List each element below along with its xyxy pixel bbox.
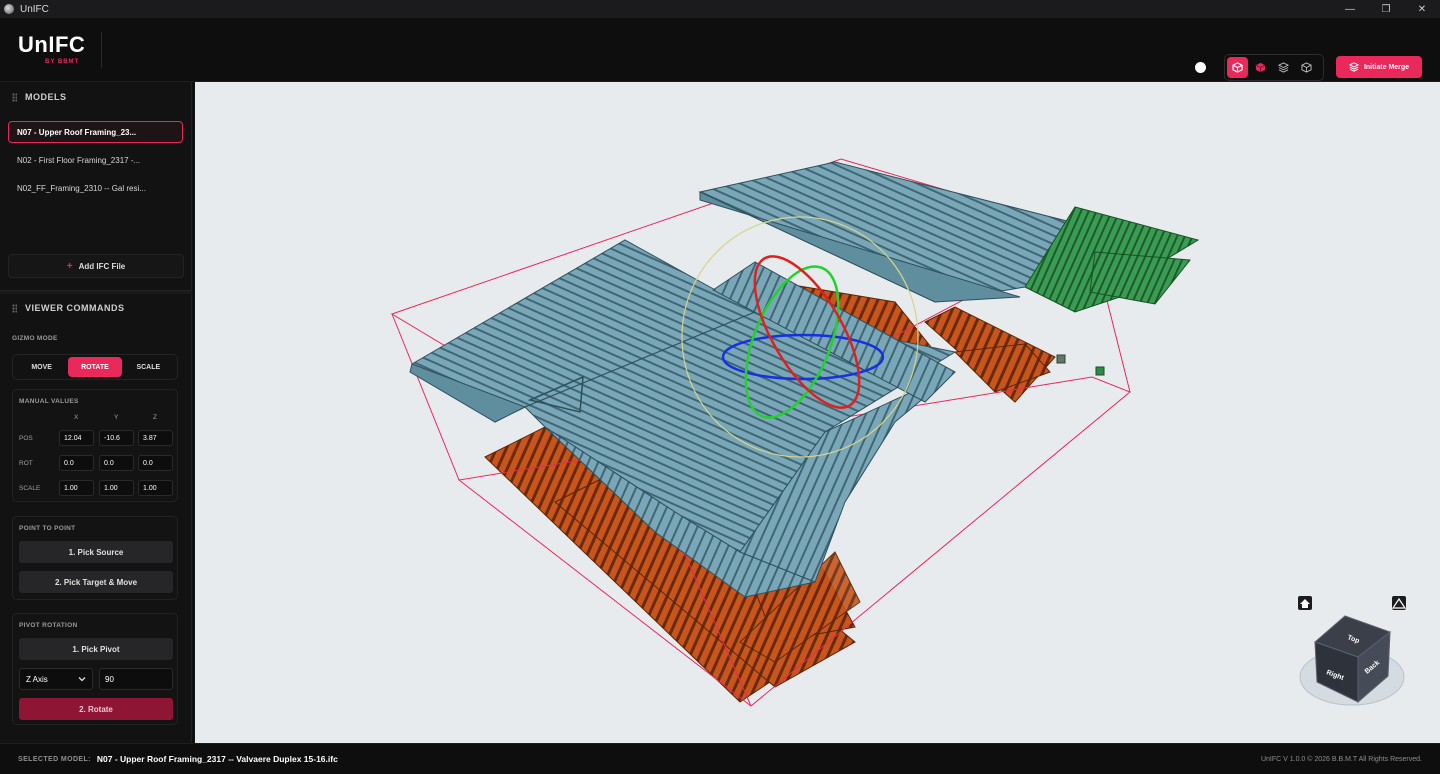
logo-byline: BY BBMT [45,59,80,65]
window-title: UnIFC [20,3,49,15]
window-titlebar: UnIFC — ❐ ✕ [0,0,1440,18]
home-view-icon[interactable] [1298,596,1312,610]
initiate-merge-label: Initiate Merge [1363,63,1410,71]
rot-x-input[interactable]: 0.0 [59,455,94,471]
view-mode-group [1224,54,1324,81]
axis-select[interactable]: Z Axis [19,668,93,690]
view-mode-wire[interactable] [1296,57,1317,78]
scale-label: SCALE [19,485,41,492]
gizmo-rotate-button[interactable]: ROTATE [68,357,122,377]
model-label: N02_FF_Framing_2310 -- Gal resi... [17,183,146,193]
selected-model-label: SELECTED MODEL: [18,755,91,763]
manual-values-panel: MANUAL VALUES X Y Z POS 12.04 -10.6 3.87… [12,389,178,502]
selected-model-name: N07 - Upper Roof Framing_2317 -- Valvaer… [96,754,338,764]
add-ifc-file-label: Add IFC File [78,261,126,271]
plus-icon: + [66,260,73,272]
rotate-button[interactable]: 2. Rotate [19,698,173,720]
model-item[interactable]: N02_FF_Framing_2310 -- Gal resi... [8,177,183,199]
layers-icon [1348,62,1359,72]
pick-target-move-button[interactable]: 2. Pick Target & Move [19,571,173,593]
pos-x-input[interactable]: 12.04 [59,430,94,446]
maximize-button[interactable]: ❐ [1368,0,1404,18]
pos-z-input[interactable]: 3.87 [138,430,173,446]
chevron-down-icon [78,677,86,682]
axis-select-value: Z Axis [26,674,48,684]
add-ifc-file-button[interactable]: + Add IFC File [8,254,184,278]
view-mode-color[interactable] [1250,57,1271,78]
pick-pivot-button[interactable]: 1. Pick Pivot [19,638,173,660]
rot-y-input[interactable]: 0.0 [99,455,134,471]
models-header: MODELS [0,83,191,111]
gizmo-mode-label: GIZMO MODE [12,335,58,342]
wire-cube-icon [1301,62,1312,73]
axis-z-label: Z [153,414,157,421]
model-item[interactable]: N07 - Upper Roof Framing_23... [8,121,183,143]
app-header: UnIFC BY BBMT Initiate Merge [0,18,1440,82]
point-to-point-title: POINT TO POINT [19,525,76,532]
models-title: MODELS [25,92,67,102]
status-bar: SELECTED MODEL: N07 - Upper Roof Framing… [0,743,1440,774]
manual-values-title: MANUAL VALUES [19,398,79,405]
perspective-toggle-icon[interactable] [1391,596,1407,610]
theme-toggle[interactable] [1195,62,1206,73]
pivot-rotation-title: PIVOT ROTATION [19,622,78,629]
red-cube-icon [1255,62,1266,73]
drag-handle-icon[interactable] [12,303,17,313]
pivot-rotation-panel: PIVOT ROTATION 1. Pick Pivot Z Axis 90 2… [12,613,178,725]
pos-label: POS [19,435,33,442]
axis-y-label: Y [114,414,119,421]
app-icon [4,4,14,14]
pick-source-button[interactable]: 1. Pick Source [19,541,173,563]
close-button[interactable]: ✕ [1404,0,1440,18]
model-label: N07 - Upper Roof Framing_23... [17,127,137,137]
gizmo-move-button[interactable]: MOVE [15,357,68,377]
small-element[interactable] [1056,354,1066,364]
scale-z-input[interactable]: 1.00 [138,480,173,496]
minimize-button[interactable]: — [1332,0,1368,18]
view-cube[interactable]: Top Right Back [1299,615,1405,706]
angle-input[interactable]: 90 [99,668,173,690]
layers-icon [1278,62,1289,73]
rot-z-input[interactable]: 0.0 [138,455,173,471]
view-mode-solid[interactable] [1227,57,1248,78]
logo: UnIFC BY BBMT [18,32,85,65]
logo-name: UnIFC [18,32,86,57]
small-element[interactable] [1095,366,1105,376]
view-mode-layers[interactable] [1273,57,1294,78]
model-label: N02 - First Floor Framing_2317 -... [17,155,141,165]
drag-handle-icon[interactable] [12,92,17,102]
pos-y-input[interactable]: -10.6 [99,430,134,446]
viewer-commands: VIEWER COMMANDS GIZMO MODE MOVE ROTATE S… [0,290,192,725]
3d-viewport[interactable]: Top Right Back [195,82,1440,743]
viewer-commands-title: VIEWER COMMANDS [25,303,125,313]
rot-label: ROT [19,460,33,467]
version-copyright: UnIFC V 1.0.0 © 2026 B.B.M.T All Rights … [1260,755,1422,763]
solid-cube-icon [1232,62,1243,73]
sidebar: MODELS N07 - Upper Roof Framing_23... N0… [0,82,192,743]
scale-y-input[interactable]: 1.00 [99,480,134,496]
gizmo-scale-button[interactable]: SCALE [122,357,175,377]
scale-x-input[interactable]: 1.00 [59,480,94,496]
model-item[interactable]: N02 - First Floor Framing_2317 -... [8,149,183,171]
point-to-point-panel: POINT TO POINT 1. Pick Source 2. Pick Ta… [12,516,178,600]
window-controls: — ❐ ✕ [1332,0,1440,18]
viewer-commands-header: VIEWER COMMANDS [0,294,192,322]
gizmo-mode-switch: MOVE ROTATE SCALE [12,354,178,380]
axis-x-label: X [74,414,79,421]
logo-divider [101,32,102,68]
initiate-merge-button[interactable]: Initiate Merge [1336,56,1422,78]
scene-canvas[interactable]: Top Right Back [195,82,1440,743]
